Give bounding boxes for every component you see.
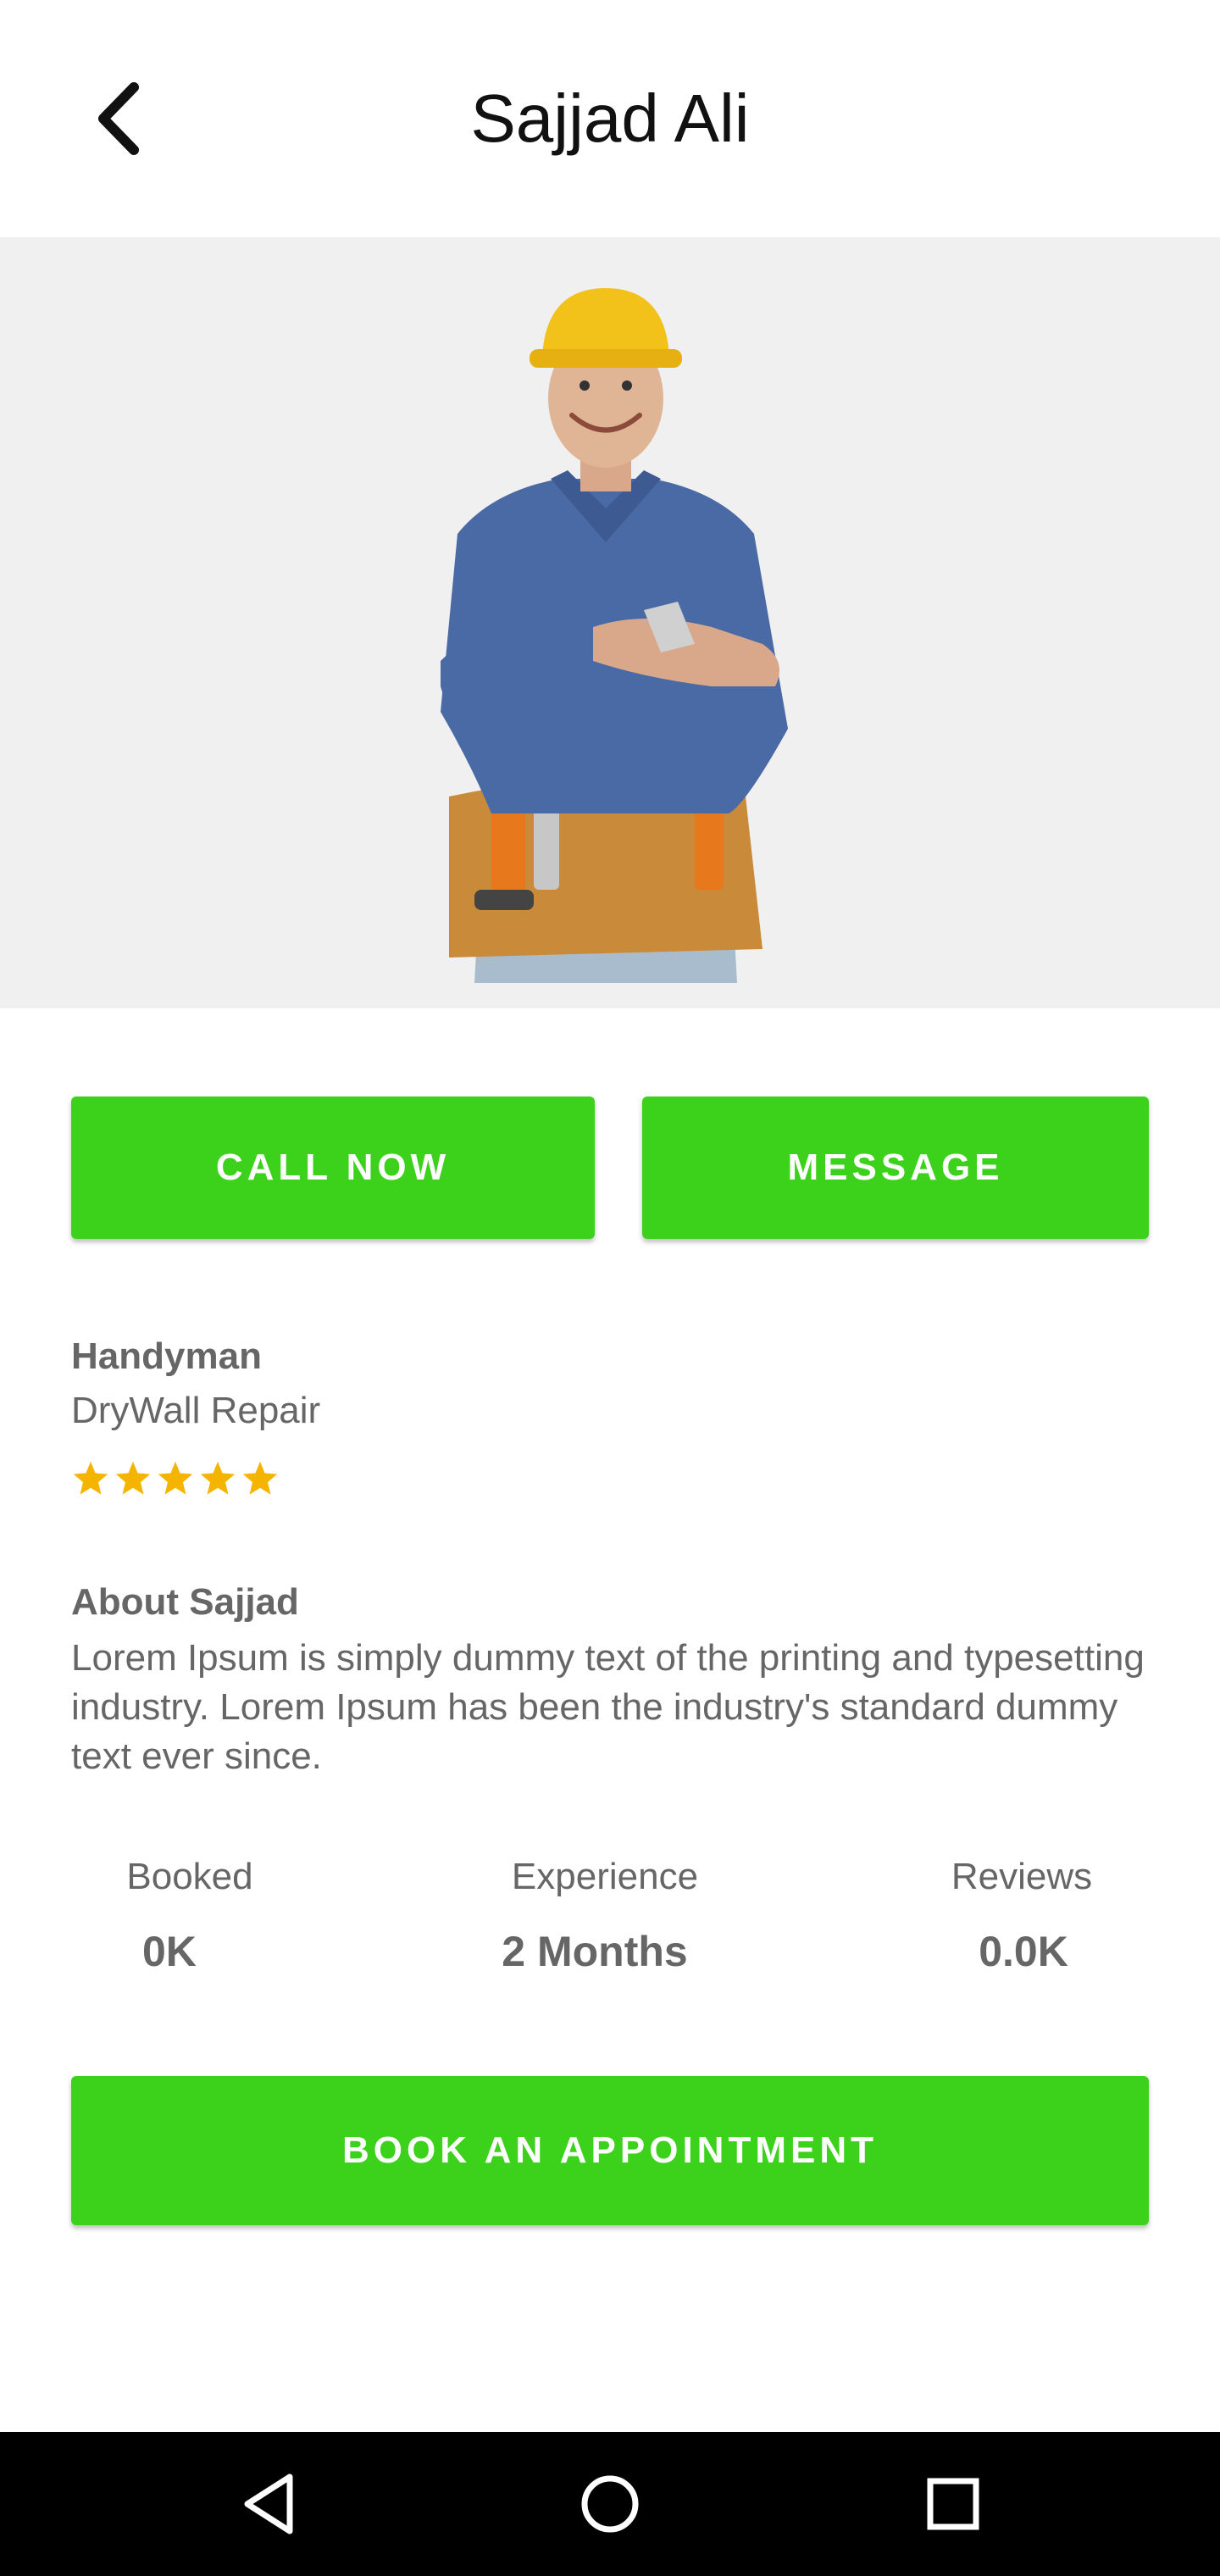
- profile-category: Handyman: [71, 1335, 262, 1377]
- about-text: Lorem Ipsum is simply dummy text of the …: [71, 1637, 1145, 1777]
- book-appointment-button[interactable]: BOOK AN APPOINTMENT: [71, 2076, 1149, 2225]
- rating-stars: [71, 1459, 280, 1498]
- app-header: Sajjad Ali: [0, 0, 1220, 237]
- stat-experience-value: 2 Months: [502, 1928, 688, 1975]
- stat-reviews-label: Reviews: [951, 1856, 1093, 1897]
- star-icon: [73, 1461, 108, 1495]
- stat-reviews-value: 0.0K: [979, 1928, 1068, 1975]
- about-title: About Sajjad: [71, 1581, 299, 1623]
- profile-service: DryWall Repair: [71, 1390, 321, 1431]
- star-icon: [242, 1461, 278, 1495]
- star-icon: [115, 1461, 151, 1495]
- star-icon: [158, 1461, 193, 1495]
- call-now-button[interactable]: CALL NOW: [71, 1096, 595, 1239]
- nav-back-button[interactable]: [222, 2457, 315, 2551]
- message-button[interactable]: MESSAGE: [642, 1096, 1149, 1239]
- stat-experience: Experience 2 Months: [461, 1856, 749, 1976]
- stat-reviews: Reviews 0.0K: [878, 1856, 1166, 1976]
- page-title: Sajjad Ali: [470, 80, 750, 156]
- star-icon: [200, 1461, 236, 1495]
- triangle-back-icon: [244, 2473, 293, 2534]
- handyman-photo: [441, 288, 788, 983]
- circle-home-icon: [581, 2475, 639, 2533]
- nav-recents-button[interactable]: [907, 2457, 1000, 2551]
- system-nav-bar: [0, 2432, 1220, 2576]
- stat-experience-label: Experience: [511, 1856, 699, 1897]
- stat-booked-label: Booked: [126, 1856, 253, 1897]
- stat-booked-value: 0K: [142, 1928, 197, 1975]
- profile-hero: [0, 237, 1220, 1008]
- nav-home-button[interactable]: [563, 2457, 657, 2551]
- square-recents-icon: [927, 2478, 979, 2530]
- stat-booked: Booked 0K: [46, 1856, 334, 1976]
